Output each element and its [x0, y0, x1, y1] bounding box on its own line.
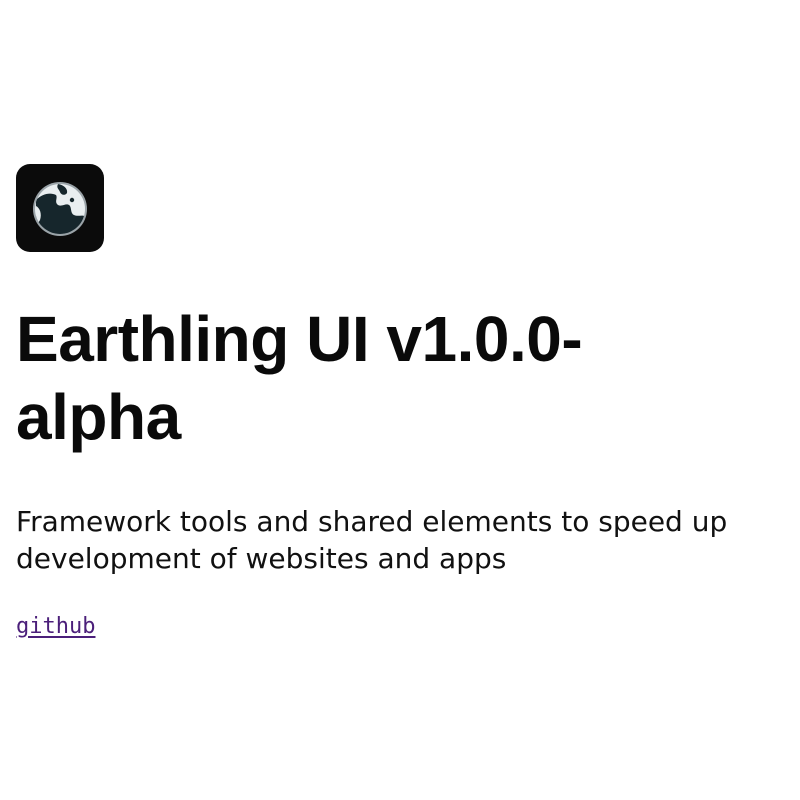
- github-link[interactable]: github: [16, 612, 95, 642]
- page-title: Earthling UI v1.0.0-alpha: [16, 303, 583, 453]
- landing-page: Earthling UI v1.0.0-alpha Framework tool…: [0, 0, 800, 800]
- page-description: Framework tools and shared elements to s…: [16, 505, 728, 575]
- app-logo: [16, 164, 104, 252]
- earth-icon: [33, 182, 87, 236]
